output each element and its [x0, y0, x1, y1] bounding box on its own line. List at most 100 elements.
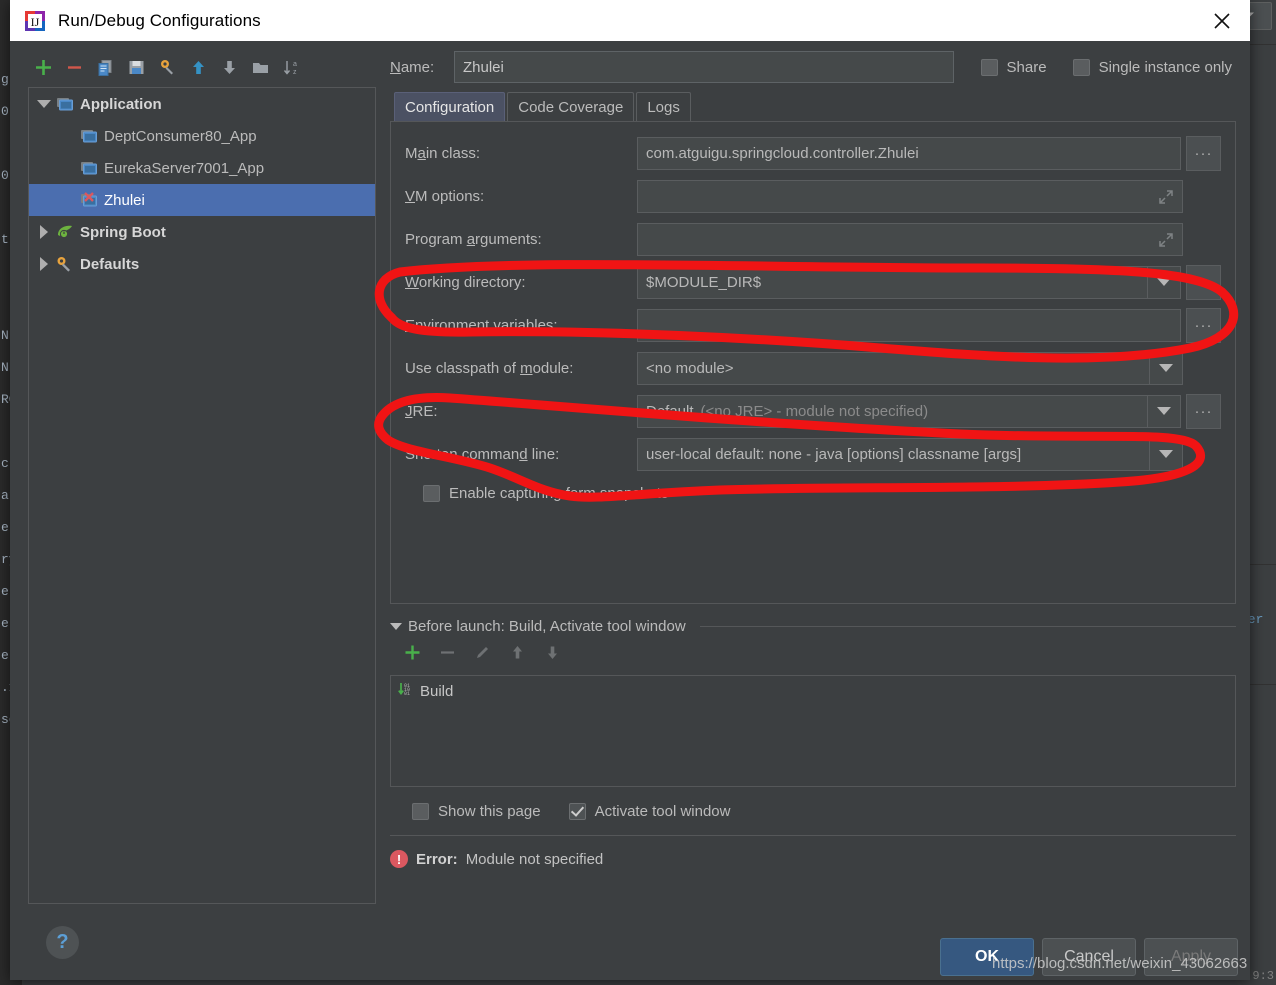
error-message: Module not specified [465, 850, 604, 868]
copy-configuration-button[interactable] [90, 52, 121, 83]
form-snapshots-checkbox-box[interactable] [423, 485, 440, 502]
enable-form-snapshots-checkbox[interactable]: Enable capturing form snapshots [423, 485, 1221, 502]
tree-item-defaults[interactable]: Defaults [29, 248, 375, 280]
application-icon [55, 95, 75, 113]
move-down-button[interactable] [214, 52, 245, 83]
before-launch-title: Before launch: Build, Activate tool wind… [408, 618, 686, 635]
remove-task-button[interactable] [439, 644, 456, 666]
tree-item-application[interactable]: Application [29, 88, 375, 120]
main-class-browse-button[interactable]: ··· [1186, 135, 1221, 171]
activate-tool-window-label: Activate tool window [594, 802, 731, 820]
shorten-command-line-dropdown-button[interactable] [1149, 438, 1182, 470]
before-launch-toolbar [390, 635, 1236, 675]
vm-options-label: VM options: [405, 187, 485, 205]
svg-text:IJ: IJ [31, 15, 40, 29]
add-configuration-button[interactable] [28, 52, 59, 83]
tab-label: Logs [647, 98, 680, 116]
edit-task-pencil-icon[interactable] [474, 644, 491, 666]
name-input[interactable] [454, 51, 954, 83]
activate-tool-window-checkbox-box[interactable] [568, 802, 586, 820]
run-debug-configurations-dialog: IJ Run/Debug Configurations a z Applicat… [10, 0, 1250, 980]
tree-toolbar: a z [20, 47, 386, 87]
shorten-command-line-input[interactable]: user-local default: none - java [options… [637, 437, 1183, 471]
tab-code-coverage[interactable]: Code Coverage [507, 92, 635, 121]
share-checkbox-box[interactable] [980, 58, 998, 76]
single-instance-checkbox-box[interactable] [1072, 58, 1090, 76]
chevron-down-icon [1157, 407, 1171, 415]
use-classpath-of-module-label: Use classpath of module: [405, 359, 574, 377]
main-class-input[interactable]: com.atguigu.springcloud.controller.Zhule… [637, 136, 1181, 170]
jre-input[interactable]: Default (<no JRE> - module not specified) [637, 394, 1181, 428]
program-arguments-input[interactable] [637, 222, 1183, 256]
tab-label: Configuration [405, 98, 495, 116]
save-configuration-button[interactable] [121, 52, 152, 83]
before-launch-task-list[interactable]: 01 10 01 Build [390, 675, 1236, 787]
vm-options-expand-icon[interactable] [1158, 189, 1174, 209]
edit-defaults-wrench-icon[interactable] [152, 52, 183, 83]
help-button[interactable]: ? [46, 925, 79, 959]
remove-configuration-button[interactable] [59, 52, 90, 83]
main-class-value: com.atguigu.springcloud.controller.Zhule… [646, 144, 919, 162]
program-arguments-expand-icon[interactable] [1158, 232, 1174, 252]
field-input-wrap [637, 179, 1221, 213]
show-this-page-checkbox-box[interactable] [412, 802, 429, 820]
list-item[interactable]: 01 10 01 Build [391, 676, 1235, 706]
tab-label: Code Coverage [518, 98, 624, 116]
editor-tabs[interactable]: Configuration Code Coverage Logs [394, 92, 1236, 121]
field-input-wrap: com.atguigu.springcloud.controller.Zhule… [637, 135, 1221, 171]
jre-dropdown-button[interactable] [1147, 395, 1180, 427]
environment-variables-input[interactable] [637, 308, 1181, 342]
tab-configuration[interactable]: Configuration [394, 92, 506, 121]
tab-logs[interactable]: Logs [636, 92, 691, 121]
spring-boot-icon [55, 223, 75, 241]
activate-tool-window-checkbox[interactable]: Activate tool window [568, 802, 731, 820]
environment-variables-browse-button[interactable]: ··· [1186, 307, 1221, 343]
application-icon [79, 127, 99, 145]
tree-item-zhulei[interactable]: Zhulei [29, 184, 375, 216]
chevron-down-icon[interactable] [33, 93, 55, 115]
jre-browse-button[interactable]: ··· [1186, 393, 1221, 429]
list-item-label: Build [420, 682, 454, 700]
task-move-up-button[interactable] [509, 644, 526, 666]
move-into-folder-button[interactable] [245, 52, 276, 83]
tree-item-label: Defaults [80, 255, 140, 273]
use-classpath-of-module-dropdown-button[interactable] [1149, 352, 1182, 384]
separator-line [699, 626, 1236, 627]
show-this-page-checkbox[interactable]: Show this page [412, 802, 541, 820]
field-row-main-class: Main class: com.atguigu.springcloud.contr… [405, 135, 1221, 171]
add-task-button[interactable] [404, 644, 421, 666]
tree-item-label: Zhulei [104, 191, 145, 209]
chevron-down-icon [390, 623, 402, 630]
shorten-command-line-value: user-local default: none - java [options… [646, 445, 1022, 463]
name-label: Name: [390, 58, 435, 76]
share-label: Share [1006, 58, 1047, 76]
tree-item-spring-boot[interactable]: Spring Boot [29, 216, 375, 248]
chevron-right-icon[interactable] [33, 221, 55, 243]
move-up-button[interactable] [183, 52, 214, 83]
share-checkbox[interactable]: Share [980, 58, 1047, 76]
close-icon[interactable] [1194, 0, 1250, 41]
working-directory-browse-button[interactable]: ··· [1186, 264, 1221, 300]
field-row-working-directory: Working directory: $MODULE_DIR$ ··· [405, 264, 1221, 300]
working-directory-dropdown-button[interactable] [1147, 266, 1180, 298]
task-move-down-button[interactable] [544, 644, 561, 666]
sort-alphabetically-button[interactable]: a z [276, 52, 307, 83]
vm-options-input[interactable] [637, 179, 1183, 213]
single-instance-only-checkbox[interactable]: Single instance only [1072, 58, 1232, 76]
tree-item-deptconsumer80-app[interactable]: DeptConsumer80_App [29, 120, 375, 152]
error-prefix: Error: [416, 850, 458, 868]
help-row: ? [20, 904, 386, 980]
tree-item-label: DeptConsumer80_App [104, 127, 257, 145]
before-launch-header[interactable]: Before launch: Build, Activate tool wind… [390, 618, 1236, 635]
working-directory-input[interactable]: $MODULE_DIR$ [637, 265, 1181, 299]
use-classpath-of-module-input[interactable]: <no module> [637, 351, 1183, 385]
tree-item-eurekaserver7001-app[interactable]: EurekaServer7001_App [29, 152, 375, 184]
svg-text:a: a [293, 61, 297, 68]
field-input-wrap [637, 222, 1221, 256]
configuration-editor-panel: Name: Share Single instance only Configu… [386, 41, 1250, 980]
configurations-tree[interactable]: Application DeptConsumer80_App EurekaSer… [28, 87, 376, 904]
field-input-wrap: Default (<no JRE> - module not specified)… [637, 393, 1221, 429]
chevron-right-icon[interactable] [33, 253, 55, 275]
